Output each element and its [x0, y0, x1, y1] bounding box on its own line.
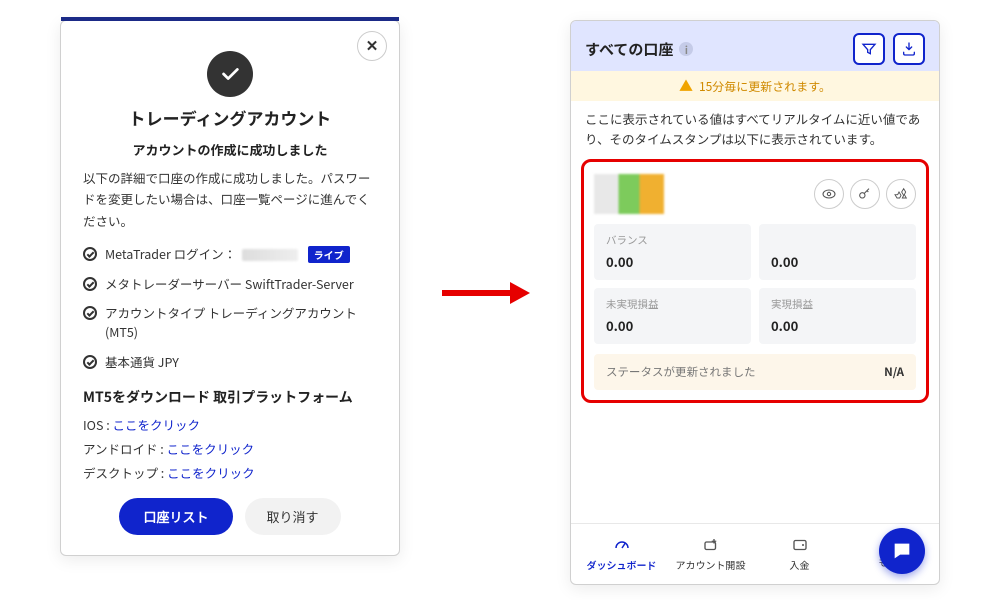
- status-updated-row: ステータスが更新されました N/A: [594, 354, 916, 390]
- secondary-value: 0.00: [771, 252, 904, 271]
- unrealized-label: 未実現損益: [606, 297, 739, 312]
- stat-balance: バランス 0.00: [594, 224, 751, 280]
- view-account-button[interactable]: [814, 179, 844, 209]
- android-download-link[interactable]: ここをクリック: [167, 439, 255, 458]
- chat-fab[interactable]: [879, 528, 925, 574]
- key-icon: [857, 186, 873, 202]
- download-heading: MT5をダウンロード 取引プラットフォーム: [83, 388, 377, 408]
- chat-icon: [891, 540, 913, 562]
- stat-secondary: 0.00: [759, 224, 916, 280]
- bottom-nav: ダッシュボード アカウント開設 入金 もっ: [571, 523, 939, 584]
- modal-description: 以下の詳細で口座の作成に成功しました。パスワードを変更したい場合は、口座一覧ペー…: [83, 167, 377, 231]
- nav-open-account[interactable]: アカウント開設: [666, 534, 755, 574]
- download-desktop-row: デスクトップ : ここをクリック: [83, 463, 377, 482]
- gauge-icon: [612, 536, 632, 554]
- download-ios-row: IOS : ここをクリック: [83, 415, 377, 434]
- password-button[interactable]: [850, 179, 880, 209]
- warning-icon: ▲: [679, 76, 693, 96]
- info-icon[interactable]: i: [679, 42, 693, 56]
- stat-realized: 実現損益 0.00: [759, 288, 916, 344]
- close-icon: ✕: [366, 37, 379, 55]
- account-details-list: MetaTrader ログイン： ライブ メタトレーダーサーバー SwiftTr…: [83, 245, 377, 372]
- check-icon: [83, 306, 97, 320]
- realized-label: 実現損益: [771, 297, 904, 312]
- modal-title: トレーディングアカウント: [83, 105, 377, 130]
- cancel-button[interactable]: 取り消す: [245, 498, 341, 535]
- recycle-icon: [893, 186, 909, 202]
- accounts-app-screen: すべての口座 i ▲ 15分毎に更新されます。 ここに表示されている値はすべてリ…: [570, 20, 940, 585]
- filter-button[interactable]: [853, 33, 885, 65]
- account-card: バランス 0.00 0.00 未実現損益 0.00 実現損益 0.00 ステータ…: [581, 159, 929, 403]
- check-icon: [83, 355, 97, 369]
- add-account-icon: [701, 536, 721, 554]
- modal-subtitle: アカウントの作成に成功しました: [83, 140, 377, 159]
- detail-base-currency: 基本通貨 JPY: [83, 353, 377, 372]
- account-identity-redacted: [594, 174, 664, 214]
- realized-value: 0.00: [771, 316, 904, 335]
- account-list-button[interactable]: 口座リスト: [119, 498, 232, 535]
- nav-deposit[interactable]: 入金: [755, 534, 844, 574]
- wallet-icon: [790, 536, 810, 554]
- export-button[interactable]: [893, 33, 925, 65]
- trading-account-modal: ✕ トレーディングアカウント アカウントの作成に成功しました 以下の詳細で口座の…: [60, 20, 400, 556]
- live-badge: ライブ: [308, 246, 350, 263]
- success-check-icon: [207, 51, 253, 97]
- download-icon: [901, 41, 917, 57]
- nav-dashboard[interactable]: ダッシュボード: [577, 534, 666, 574]
- detail-server: メタトレーダーサーバー SwiftTrader-Server: [83, 275, 377, 294]
- flow-arrow-icon: [440, 280, 530, 306]
- download-android-row: アンドロイド : ここをクリック: [83, 439, 377, 458]
- login-label: MetaTrader ログイン：: [105, 244, 236, 263]
- detail-login: MetaTrader ログイン： ライブ: [83, 245, 377, 264]
- login-value-redacted: [242, 249, 298, 261]
- status-label: ステータスが更新されました: [606, 364, 756, 380]
- page-title: すべての口座 i: [585, 39, 693, 60]
- refresh-button[interactable]: [886, 179, 916, 209]
- check-icon: [83, 277, 97, 291]
- check-icon: [83, 247, 97, 261]
- ios-download-link[interactable]: ここをクリック: [112, 415, 200, 434]
- funnel-icon: [861, 41, 877, 57]
- app-header: すべての口座 i: [571, 21, 939, 71]
- balance-value: 0.00: [606, 252, 739, 271]
- eye-icon: [821, 186, 837, 202]
- status-value: N/A: [884, 364, 904, 380]
- balance-label: バランス: [606, 233, 739, 248]
- close-button[interactable]: ✕: [357, 31, 387, 61]
- unrealized-value: 0.00: [606, 316, 739, 335]
- refresh-notice: ▲ 15分毎に更新されます。: [571, 71, 939, 101]
- desktop-download-link[interactable]: ここをクリック: [167, 463, 255, 482]
- realtime-note: ここに表示されている値はすべてリアルタイムに近い値であり、そのタイムスタンプは以…: [571, 101, 939, 153]
- detail-account-type: アカウントタイプ トレーディングアカウント (MT5): [83, 304, 377, 342]
- stat-unrealized: 未実現損益 0.00: [594, 288, 751, 344]
